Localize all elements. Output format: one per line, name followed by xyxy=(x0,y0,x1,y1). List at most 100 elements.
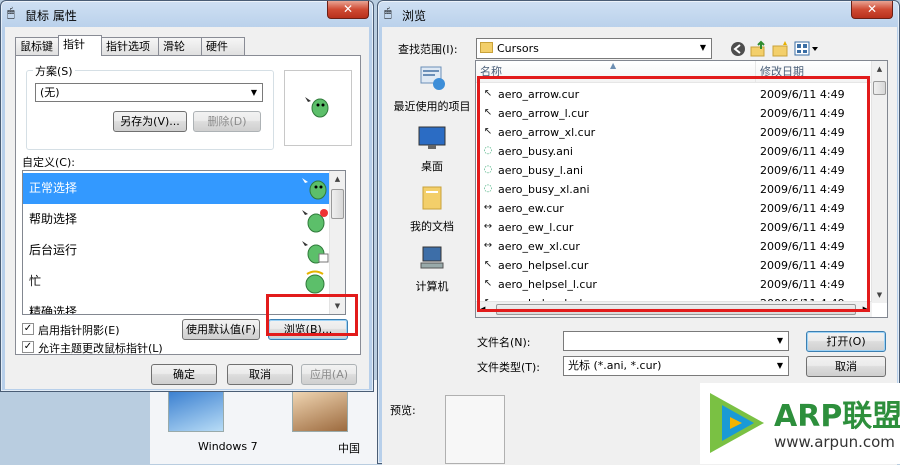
look-in-label: 查找范围(I): xyxy=(398,43,458,56)
open-button[interactable]: 打开(O) xyxy=(806,331,886,352)
documents-icon xyxy=(422,186,442,210)
pointers-tab-panel: 方案(S) (无) ▼ 另存为(V)... 删除(D) 自定义(C): 正常选择 xyxy=(15,55,361,355)
scrollbar-thumb[interactable] xyxy=(331,189,344,219)
file-list[interactable]: 名称 ▲ 修改日期 ↖ aero_arrow.cur 2009/6/11 4:49 ↖… xyxy=(475,60,888,318)
place-computer[interactable]: 计算机 xyxy=(390,245,474,294)
allow-themes-checkbox[interactable]: ✓ xyxy=(22,341,34,353)
place-desktop[interactable]: 桌面 xyxy=(390,125,474,174)
arrow-cursor-icon: ↖ xyxy=(483,126,493,137)
enable-shadow-checkbox[interactable]: ✓ xyxy=(22,323,34,335)
file-row[interactable]: ↖ aero_arrow_l.cur 2009/6/11 4:49 xyxy=(476,104,872,123)
apply-button[interactable]: 应用(A) xyxy=(301,364,357,385)
file-name: aero_arrow_xl.cur xyxy=(498,126,596,139)
list-item[interactable]: 忙 xyxy=(23,266,331,297)
theme-thumbnail-china[interactable] xyxy=(292,390,348,432)
file-modified-date: 2009/6/11 4:49 xyxy=(760,202,845,215)
browse-button[interactable]: 浏览(B)... xyxy=(268,319,348,340)
scroll-up-icon[interactable]: ▲ xyxy=(872,61,887,77)
close-icon: ✕ xyxy=(866,2,878,16)
hscroll-thumb[interactable] xyxy=(496,304,856,315)
desktop-icon xyxy=(418,126,446,149)
cursor-list-scrollbar[interactable]: ▲ ▼ xyxy=(329,171,345,314)
titlebar[interactable]: 🖱 鼠标 属性 ✕ xyxy=(1,1,373,27)
file-row[interactable]: ↔ aero_ew_l.cur 2009/6/11 4:49 xyxy=(476,218,872,237)
tab-buttons[interactable]: 鼠标键 xyxy=(15,37,59,55)
file-row[interactable]: ◌ aero_busy_xl.ani 2009/6/11 4:49 xyxy=(476,180,872,199)
file-modified-date: 2009/6/11 4:49 xyxy=(760,164,845,177)
tab-wheel[interactable]: 滑轮 xyxy=(158,37,202,55)
tab-hardware[interactable]: 硬件 xyxy=(201,37,245,55)
tab-pointer-options[interactable]: 指针选项 xyxy=(101,37,159,55)
place-documents[interactable]: 我的文档 xyxy=(390,185,474,234)
file-row[interactable]: ↖ aero_helpsel_l.cur 2009/6/11 4:49 xyxy=(476,275,872,294)
file-row[interactable]: ↖ aero_arrow_xl.cur 2009/6/11 4:49 xyxy=(476,123,872,142)
cursor-item-label: 正常选择 xyxy=(29,181,78,195)
file-row[interactable]: ◌ aero_busy.ani 2009/6/11 4:49 xyxy=(476,142,872,161)
file-modified-date: 2009/6/11 4:49 xyxy=(760,126,845,139)
chevron-down-icon: ▼ xyxy=(699,43,707,52)
file-modified-date: 2009/6/11 4:49 xyxy=(760,107,845,120)
busy-cursor-icon: ◌ xyxy=(483,183,493,194)
list-item[interactable]: 帮助选择 xyxy=(23,204,331,235)
file-row[interactable]: ↖ aero_helpsel.cur 2009/6/11 4:49 xyxy=(476,256,872,275)
cancel-button[interactable]: 取消 xyxy=(227,364,293,385)
scroll-right-icon[interactable]: ▶ xyxy=(863,302,868,317)
theme-label-china: 中国 xyxy=(338,442,360,455)
recent-items-icon xyxy=(420,66,445,90)
back-icon[interactable] xyxy=(730,41,746,57)
file-modified-date: 2009/6/11 4:49 xyxy=(760,88,845,101)
column-header-name[interactable]: 名称 ▲ xyxy=(476,61,756,83)
scrollbar-thumb[interactable] xyxy=(873,81,886,95)
file-list-hscroll[interactable]: ◀ ▶ xyxy=(476,301,872,317)
file-row[interactable]: ◌ aero_busy_l.ani 2009/6/11 4:49 xyxy=(476,161,872,180)
busy-cursor-icon: ◌ xyxy=(483,164,493,175)
close-button[interactable]: ✕ xyxy=(851,1,893,19)
place-recent[interactable]: 最近使用的项目 xyxy=(390,65,474,114)
scroll-up-icon[interactable]: ▲ xyxy=(330,171,345,187)
ok-button[interactable]: 确定 xyxy=(151,364,217,385)
dialog-client-area: 鼠标键 指针 指针选项 滑轮 硬件 方案(S) (无) ▼ 另存为(V)... … xyxy=(5,27,369,389)
scroll-left-icon[interactable]: ◀ xyxy=(480,302,485,317)
new-folder-icon[interactable] xyxy=(772,40,790,58)
scroll-down-icon[interactable]: ▼ xyxy=(330,298,345,314)
theme-thumbnail-windows7[interactable] xyxy=(168,390,224,432)
list-item[interactable]: 精确选择 xyxy=(23,297,331,314)
file-row[interactable]: ↔ aero_ew_xl.cur 2009/6/11 4:49 xyxy=(476,237,872,256)
browse-window-title: 浏览 xyxy=(402,9,427,23)
use-default-button[interactable]: 使用默认值(F) xyxy=(182,319,260,340)
file-name: aero_busy_xl.ani xyxy=(498,183,590,196)
file-row[interactable]: ↔ aero_ew.cur 2009/6/11 4:49 xyxy=(476,199,872,218)
delete-button[interactable]: 删除(D) xyxy=(193,111,261,132)
scroll-down-icon[interactable]: ▼ xyxy=(872,287,887,303)
help-cursor-icon: ↖ xyxy=(483,259,493,270)
place-computer-label: 计算机 xyxy=(415,280,449,293)
look-in-select[interactable]: Cursors ▼ xyxy=(476,38,712,59)
enable-shadow-label: 启用指针阴影(E) xyxy=(38,324,120,337)
file-name: aero_busy.ani xyxy=(498,145,573,158)
browse-titlebar[interactable]: 🖱 浏览 ✕ xyxy=(378,1,899,27)
close-button[interactable]: ✕ xyxy=(327,1,369,19)
file-row[interactable]: ↖ aero_arrow.cur 2009/6/11 4:49 xyxy=(476,85,872,104)
file-modified-date: 2009/6/11 4:49 xyxy=(760,221,845,234)
sort-ascending-icon: ▲ xyxy=(610,61,617,70)
tab-pointers[interactable]: 指针 xyxy=(58,35,102,56)
column-header-date[interactable]: 修改日期 xyxy=(756,61,876,83)
scheme-select[interactable]: (无) ▼ xyxy=(35,83,263,102)
list-item[interactable]: 后台运行 xyxy=(23,235,331,266)
file-name: aero_ew.cur xyxy=(498,202,564,215)
mouse-icon: 🖱 xyxy=(7,6,15,21)
place-documents-label: 我的文档 xyxy=(410,220,454,233)
watermark-brand: ARP联盟 xyxy=(774,399,900,434)
view-menu-icon[interactable] xyxy=(794,40,820,58)
save-as-button[interactable]: 另存为(V)... xyxy=(113,111,187,132)
cancel-button[interactable]: 取消 xyxy=(806,356,886,377)
filename-input[interactable]: ▼ xyxy=(563,331,789,351)
file-modified-date: 2009/6/11 4:49 xyxy=(760,145,845,158)
file-list-vscroll[interactable]: ▲ ▼ xyxy=(871,61,887,303)
arrow-cursor-icon: ↖ xyxy=(483,88,493,99)
filetype-select[interactable]: 光标 (*.ani, *.cur) ▼ xyxy=(563,356,789,376)
up-folder-icon[interactable] xyxy=(750,40,768,58)
cursor-list[interactable]: 正常选择 帮助选择 后台运行 忙 精确选择 ▲ ▼ xyxy=(22,170,346,315)
computer-icon xyxy=(420,246,444,269)
list-item[interactable]: 正常选择 xyxy=(23,173,331,204)
